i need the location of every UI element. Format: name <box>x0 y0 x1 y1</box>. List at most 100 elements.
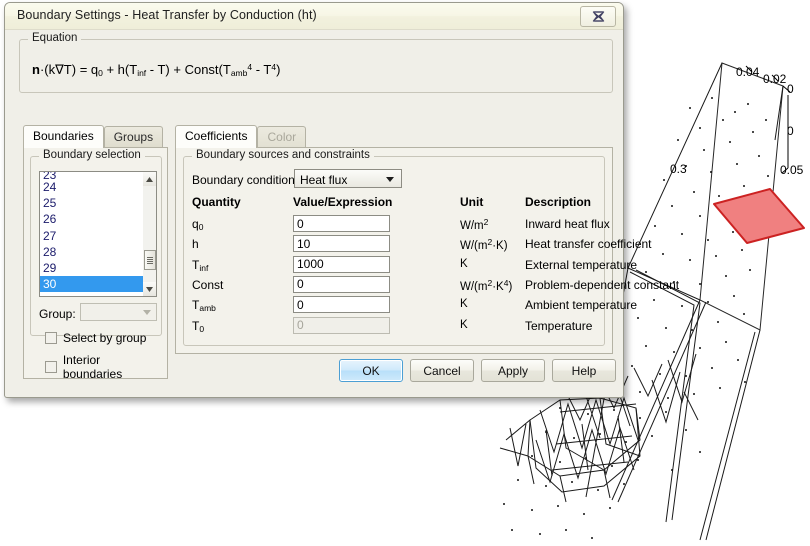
table-row: Const W/(m2·K4) Problem-dependent consta… <box>192 275 679 295</box>
unit-label: K <box>460 298 468 311</box>
tab-boundaries[interactable]: Boundaries <box>23 125 104 148</box>
quantity-label: Const <box>192 277 224 292</box>
title-bar[interactable]: Boundary Settings - Heat Transfer by Con… <box>5 3 623 30</box>
boundaries-tab-panel: Boundary selection 23 24 25 26 27 28 29 … <box>23 147 168 381</box>
equation-minus-t4: - T <box>252 62 272 77</box>
boundary-condition-label: Boundary condition: <box>192 173 299 187</box>
select-by-group-row[interactable]: Select by group <box>45 331 146 345</box>
unit-label: K <box>460 257 468 270</box>
equation-amb-sub: amb <box>230 68 248 78</box>
column-header-quantity: Quantity <box>192 195 241 209</box>
boundary-sources-label: Boundary sources and constraints <box>192 149 374 161</box>
axis-label: 0.02 <box>763 72 787 86</box>
axis-label: 0.3 <box>670 162 687 176</box>
quantity-label: h <box>192 237 199 252</box>
table-row: T0 K Temperature <box>192 316 596 336</box>
description-label: Inward heat flux <box>525 217 610 231</box>
equation-text: n·(k∇T) = q0 + h(Tinf - T) + Const(Tamb4… <box>32 62 280 78</box>
group-field-label: Group: <box>39 307 76 321</box>
list-item[interactable]: 23 <box>40 172 144 179</box>
list-item[interactable]: 28 <box>40 244 144 260</box>
window-title: Boundary Settings - Heat Transfer by Con… <box>17 8 317 22</box>
equation-group-label: Equation <box>28 32 82 44</box>
left-tabstrip: Boundaries Groups <box>23 125 164 148</box>
close-glyph <box>592 11 604 22</box>
equation-close: ) <box>276 62 281 77</box>
scroll-up-icon[interactable] <box>143 172 156 186</box>
chevron-down-icon <box>386 177 394 182</box>
cancel-button[interactable]: Cancel <box>410 359 474 382</box>
value-input-tamb[interactable] <box>293 296 390 314</box>
axis-label: 0 <box>787 124 794 138</box>
thumb-grip <box>147 256 153 264</box>
tab-groups[interactable]: Groups <box>103 126 164 148</box>
close-icon[interactable] <box>580 6 616 27</box>
help-button[interactable]: Help <box>552 359 616 382</box>
list-item[interactable]: 29 <box>40 260 144 276</box>
equation-group: Equation n·(k∇T) = q0 + h(Tinf - T) + Co… <box>19 32 613 93</box>
axis-label: 0.04 <box>736 65 760 79</box>
dialog-button-bar: OK Cancel Apply Help <box>5 359 623 383</box>
value-input-q0[interactable] <box>293 215 390 232</box>
equation-plus-h: + h(T <box>102 62 138 77</box>
description-label: Ambient temperature <box>525 298 638 313</box>
quantity-label: q0 <box>192 217 204 232</box>
list-item[interactable]: 27 <box>40 228 144 244</box>
unit-label: W/(m2·K) <box>460 237 508 253</box>
table-row: q0 W/m2 Inward heat flux <box>192 214 610 234</box>
boundary-condition-value: Heat flux <box>300 173 348 187</box>
coefficients-tab-panel: Boundary sources and constraints Boundar… <box>175 147 679 354</box>
description-label: Problem-dependent constant <box>525 277 680 292</box>
caret-up-glyph <box>146 176 153 182</box>
tab-coefficients[interactable]: Coefficients <box>175 125 258 148</box>
tab-color: Color <box>257 126 307 148</box>
ok-button[interactable]: OK <box>339 359 403 382</box>
column-header-value: Value/Expression <box>293 195 393 209</box>
chevron-down-icon <box>143 310 151 315</box>
scroll-down-icon[interactable] <box>143 282 156 296</box>
quantity-label: Tinf <box>192 257 209 273</box>
value-input-t0 <box>293 316 390 334</box>
value-input-tinf[interactable] <box>293 255 390 273</box>
axis-label: 0 <box>787 82 794 96</box>
value-input-const[interactable] <box>293 275 390 293</box>
caret-down-glyph <box>146 286 153 292</box>
description-label: External temperature <box>525 257 638 272</box>
table-row: Tamb K Ambient temperature <box>192 295 637 315</box>
list-item-selected[interactable]: 30 <box>40 276 144 293</box>
table-row: Tinf K External temperature <box>192 255 637 275</box>
list-item[interactable]: 26 <box>40 211 144 227</box>
list-scrollbar[interactable] <box>143 171 157 297</box>
equation-lhs: ·(k∇T) = q <box>39 62 99 77</box>
unit-label: W/(m2·K4) <box>460 277 513 293</box>
boundary-settings-dialog: Boundary Settings - Heat Transfer by Con… <box>4 2 679 398</box>
boundary-sources-group: Boundary sources and constraints Boundar… <box>183 149 679 346</box>
axis-label: 0.05 <box>780 163 804 177</box>
equation-minus-t: - T) + Const(T <box>146 62 231 77</box>
boundary-condition-dropdown[interactable]: Heat flux <box>294 169 402 188</box>
unit-label: K <box>460 318 468 331</box>
scroll-thumb[interactable] <box>144 250 156 270</box>
apply-button[interactable]: Apply <box>481 359 545 382</box>
select-by-group-checkbox[interactable] <box>45 332 57 344</box>
list-item[interactable]: 25 <box>40 195 144 211</box>
selected-boundary-face <box>713 188 805 244</box>
value-input-h[interactable] <box>293 235 390 253</box>
description-label: Temperature <box>525 318 593 333</box>
equation-inf-sub: inf <box>137 68 147 78</box>
equation-n: n <box>32 62 40 77</box>
quantity-label: T0 <box>192 318 205 334</box>
boundary-list[interactable]: 23 24 25 26 27 28 29 30 <box>39 171 145 297</box>
quantity-label: Tamb <box>192 298 216 314</box>
description-label: Heat transfer coefficient <box>525 237 652 252</box>
boundary-selection-group: Boundary selection 23 24 25 26 27 28 29 … <box>30 149 162 381</box>
group-dropdown[interactable] <box>80 303 157 321</box>
unit-label: W/m2 <box>460 217 489 232</box>
column-header-description: Description <box>525 195 592 209</box>
boundary-selection-label: Boundary selection <box>39 149 145 161</box>
table-row: h W/(m2·K) Heat transfer coefficient <box>192 234 652 254</box>
right-tabstrip: Coefficients Color <box>175 125 307 148</box>
list-item[interactable]: 24 <box>40 179 144 195</box>
column-header-unit: Unit <box>460 195 484 209</box>
select-by-group-label: Select by group <box>63 331 147 345</box>
